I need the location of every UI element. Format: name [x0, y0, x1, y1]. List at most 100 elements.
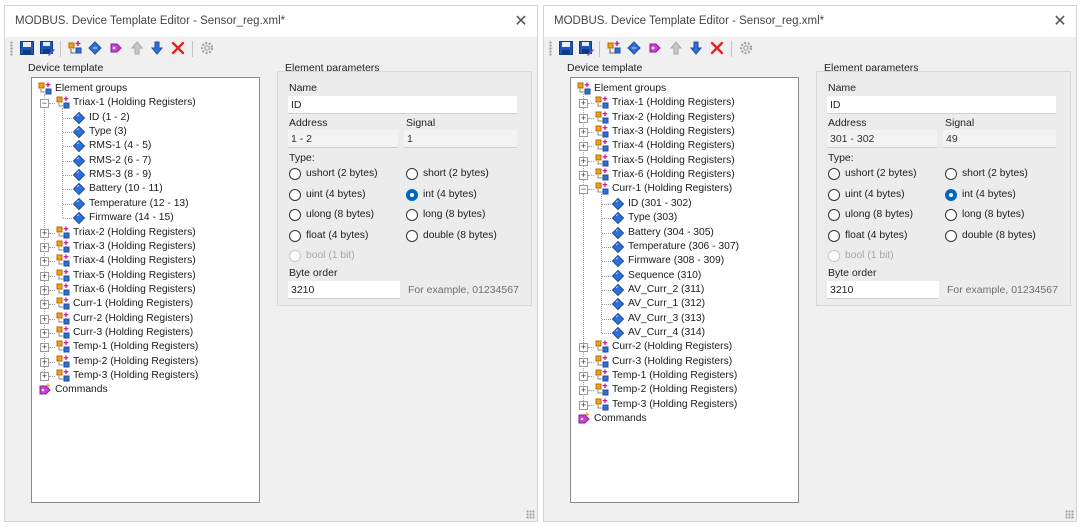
close-button[interactable]: ✕: [511, 12, 531, 32]
move-down-icon: [688, 40, 706, 56]
signal-field: 1: [404, 130, 517, 148]
toolbar: [10, 39, 537, 59]
expand-toggle[interactable]: +: [579, 128, 588, 138]
radio-circle: [945, 209, 957, 221]
tree-item-label: Temp-2 (Holding Registers): [612, 384, 738, 396]
expand-toggle[interactable]: +: [579, 386, 588, 396]
tree-item-label: Curr-1 (Holding Registers): [612, 183, 733, 195]
expand-toggle[interactable]: +: [579, 400, 588, 410]
tree-guide-line: [602, 289, 611, 291]
settings-button[interactable]: [199, 40, 217, 58]
expand-toggle[interactable]: +: [40, 271, 49, 281]
tree-item-label: AV_Curr_2 (311): [628, 283, 705, 295]
expand-toggle[interactable]: +: [579, 113, 588, 123]
name-input[interactable]: ID: [288, 96, 517, 114]
collapse-toggle[interactable]: −: [579, 185, 588, 195]
tree-guide-line: [588, 347, 594, 349]
expand-toggle[interactable]: +: [579, 142, 588, 152]
expand-toggle[interactable]: +: [40, 300, 49, 310]
group-icon: [56, 240, 71, 254]
resize-grip[interactable]: [526, 510, 535, 519]
expand-toggle[interactable]: +: [40, 314, 49, 324]
tree-guide-line: [49, 304, 55, 306]
expand-toggle[interactable]: +: [40, 343, 49, 353]
collapse-toggle[interactable]: −: [40, 99, 49, 109]
radio-label: uint (4 bytes): [845, 188, 905, 200]
tree-guide-line: [49, 246, 55, 248]
delete-button[interactable]: [709, 40, 727, 58]
tree-guide-line: [588, 160, 594, 162]
expand-toggle[interactable]: +: [40, 228, 49, 238]
expand-toggle[interactable]: +: [579, 99, 588, 109]
group-icon: [595, 139, 610, 153]
add-element-icon: [87, 40, 105, 56]
tree-item-label: Curr-3 (Holding Registers): [612, 355, 733, 367]
radio-label: short (2 bytes): [423, 168, 489, 179]
add-group-button[interactable]: [606, 40, 624, 58]
expand-toggle[interactable]: +: [579, 156, 588, 166]
add-command-button[interactable]: [108, 40, 126, 58]
expand-toggle[interactable]: +: [40, 257, 49, 267]
save-as-button[interactable]: [578, 40, 596, 58]
address-label: Address: [289, 117, 328, 129]
add-element-button[interactable]: [626, 40, 644, 58]
device-template-tree[interactable]: Element groups Triax-1 (Holding Registers…: [31, 77, 260, 503]
editor-window-right: MODBUS. Device Template Editor - Sensor_…: [543, 5, 1077, 522]
group-icon: [595, 383, 610, 397]
tree-item-label: AV_Curr_3 (313): [628, 312, 706, 324]
resize-grip[interactable]: [1065, 510, 1074, 519]
expand-toggle[interactable]: +: [579, 372, 588, 381]
tree-guide-line: [49, 103, 55, 105]
delete-button[interactable]: [170, 40, 188, 58]
save-button[interactable]: [558, 40, 576, 58]
move-up-button[interactable]: [668, 40, 686, 58]
byte-order-input[interactable]: 3210: [827, 281, 939, 299]
expand-toggle[interactable]: +: [40, 285, 49, 295]
radio-circle: [289, 168, 301, 180]
tree-item-label: Battery (10 - 11): [89, 183, 163, 195]
move-down-button[interactable]: [688, 40, 706, 58]
commands-icon: [38, 383, 53, 397]
tree-guide-line: [49, 232, 55, 234]
move-up-button[interactable]: [129, 40, 147, 58]
move-down-button[interactable]: [149, 40, 167, 58]
type-label: Type:: [289, 152, 315, 164]
add-group-button[interactable]: [67, 40, 85, 58]
expand-toggle[interactable]: +: [40, 357, 49, 367]
tree-item-label: Firmware (308 - 309): [628, 255, 725, 267]
close-button[interactable]: ✕: [1050, 12, 1070, 32]
title-bar[interactable]: MODBUS. Device Template Editor - Sensor_…: [5, 6, 537, 37]
byte-order-input[interactable]: 3210: [288, 281, 400, 299]
save-as-button[interactable]: [39, 40, 57, 58]
expand-toggle[interactable]: +: [40, 328, 49, 338]
expand-toggle[interactable]: +: [40, 242, 49, 252]
radio-circle: [828, 250, 840, 262]
add-group-icon: [67, 40, 85, 56]
tree-item-label: Temp-1 (Holding Registers): [612, 370, 738, 381]
toolbar: [549, 39, 1076, 59]
toolbar-separator: [60, 41, 61, 57]
element-icon: [611, 240, 626, 254]
name-input[interactable]: ID: [827, 96, 1056, 114]
tree-item-label: Curr-2 (Holding Registers): [612, 341, 733, 353]
radio-circle: [945, 229, 957, 242]
title-bar[interactable]: MODBUS. Device Template Editor - Sensor_…: [544, 6, 1076, 37]
radio-label: bool (1 bit): [306, 250, 355, 261]
expand-toggle[interactable]: +: [579, 343, 588, 353]
group-icon: [56, 96, 71, 110]
add-command-button[interactable]: [647, 40, 665, 58]
expand-toggle[interactable]: +: [579, 171, 588, 181]
add-element-button[interactable]: [87, 40, 105, 58]
expand-toggle[interactable]: +: [579, 357, 588, 367]
tree-guide-line: [588, 117, 594, 119]
radio-label: ulong (8 bytes): [306, 209, 375, 220]
tree-item-label: Element groups: [55, 83, 128, 94]
byte-order-example: For example, 01234567: [408, 284, 519, 296]
tree-item-label: AV_Curr_1 (312): [628, 298, 706, 310]
expand-toggle[interactable]: +: [40, 372, 49, 381]
tree-item-label: Triax-4 (Holding Registers): [73, 255, 196, 267]
save-button[interactable]: [19, 40, 37, 58]
device-template-label: Device template: [28, 62, 104, 74]
settings-button[interactable]: [738, 40, 756, 58]
device-template-tree[interactable]: Element groups Triax-1 (Holding Registers…: [570, 77, 799, 503]
